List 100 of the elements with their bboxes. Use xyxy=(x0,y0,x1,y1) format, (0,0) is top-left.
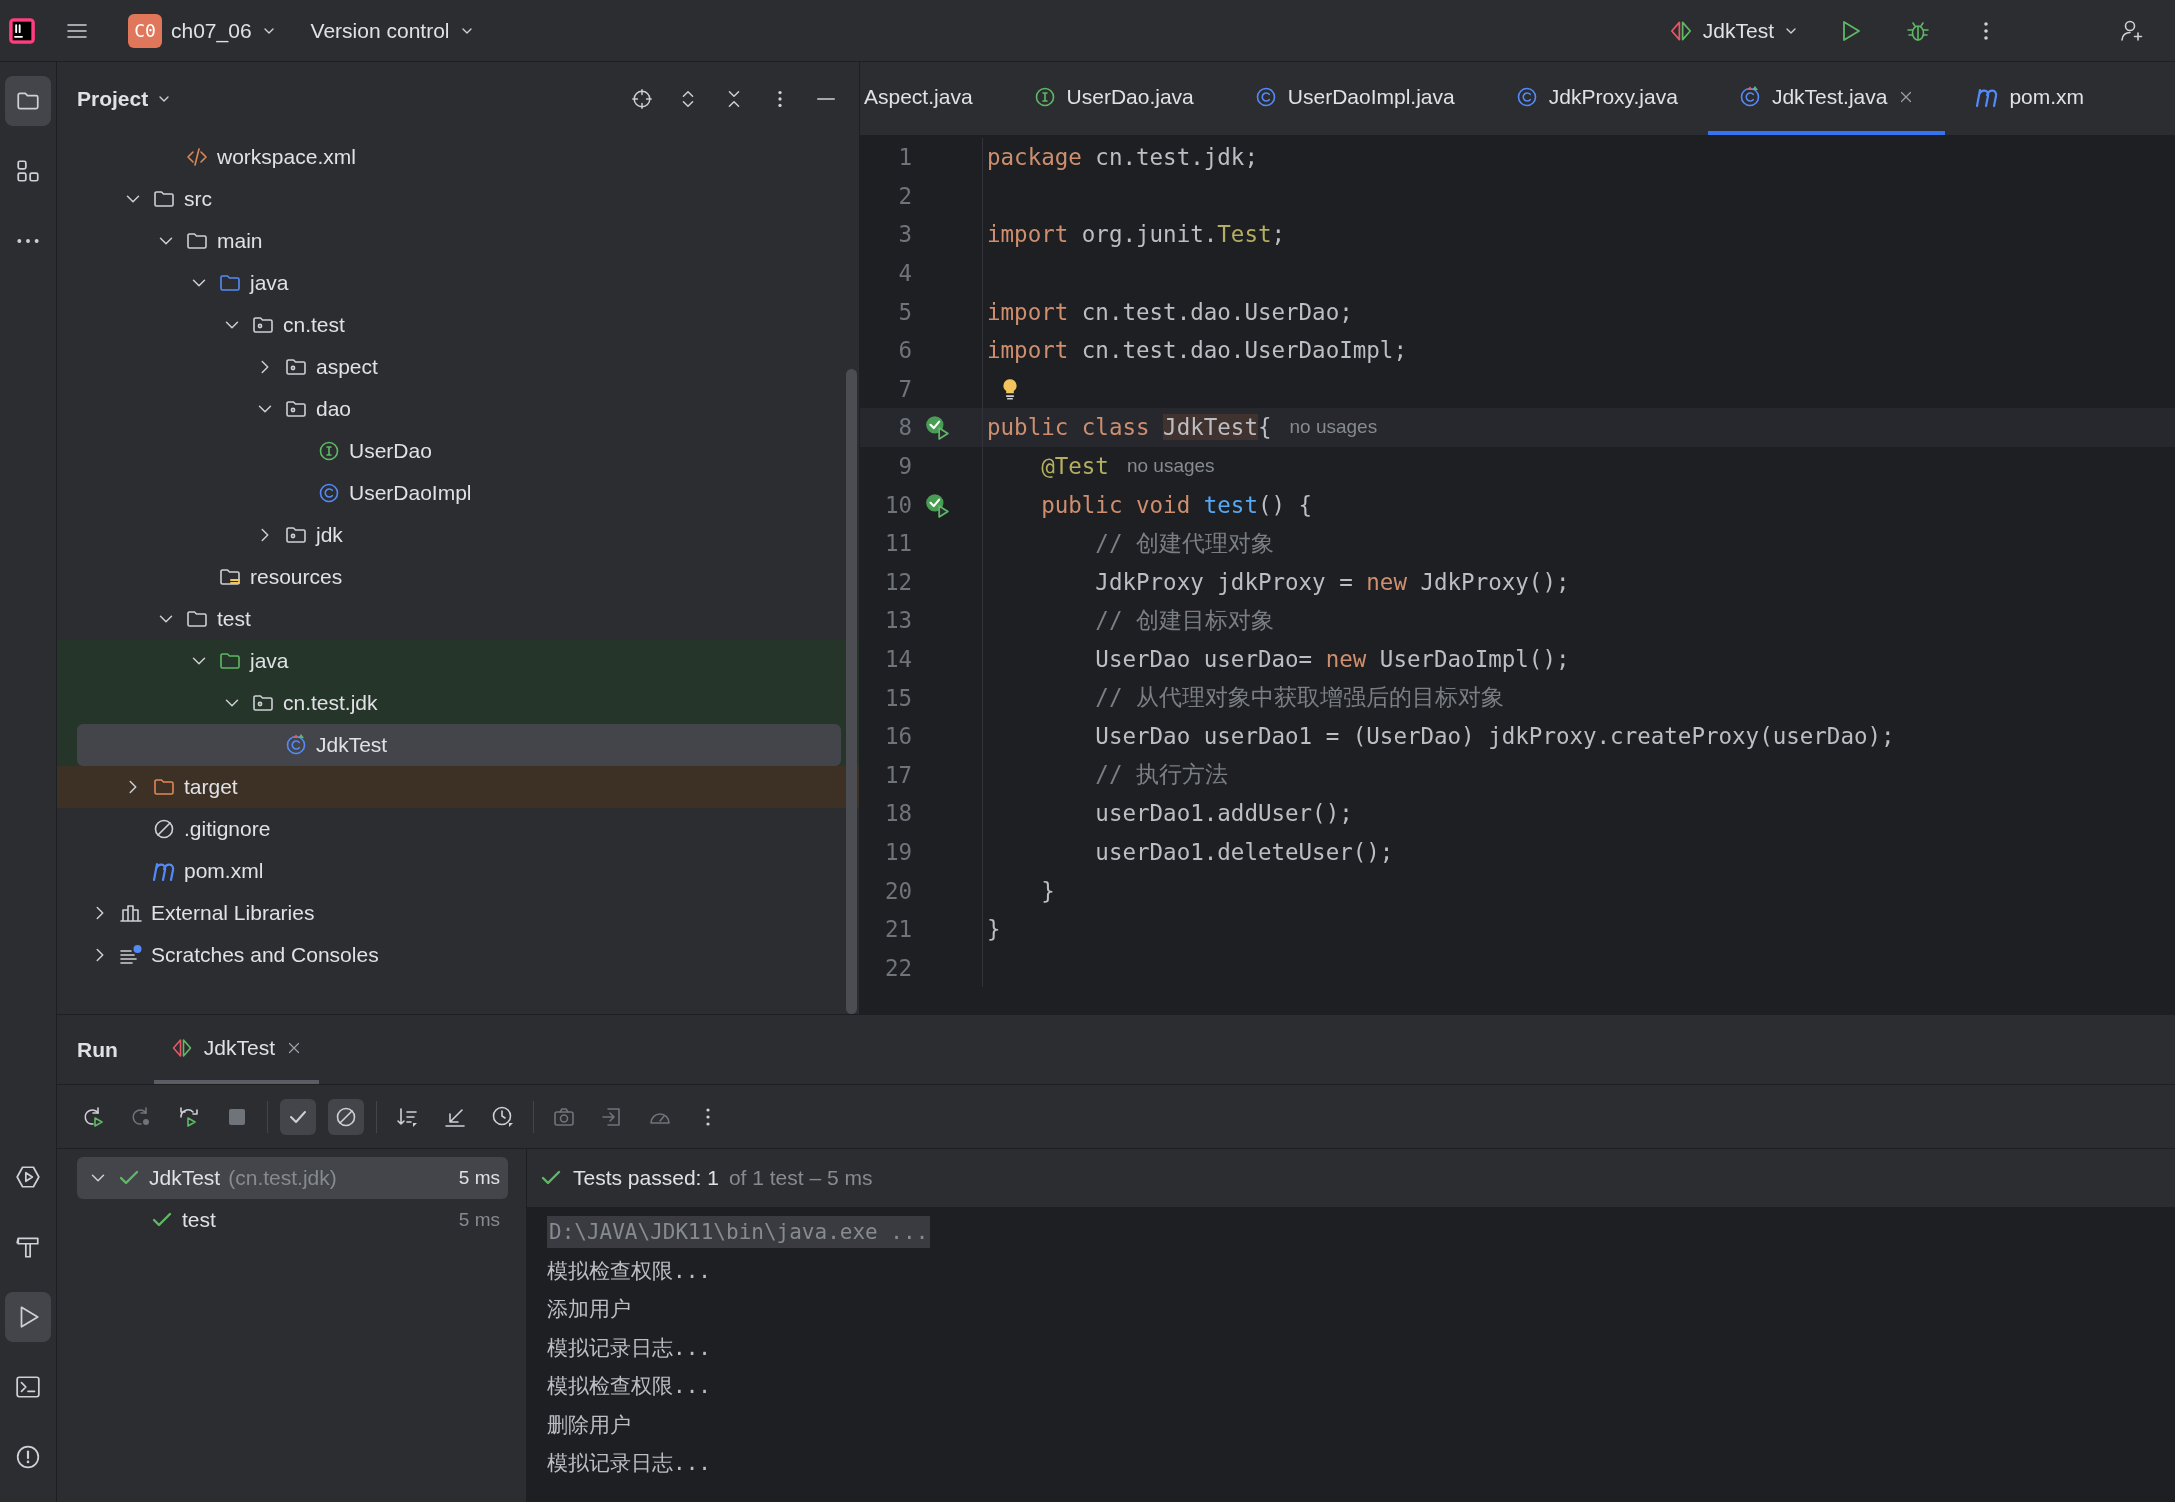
test-row[interactable]: test 5 ms xyxy=(77,1199,508,1241)
run-tab[interactable]: JdkTest xyxy=(153,1015,320,1084)
run-icon[interactable] xyxy=(5,1292,51,1342)
tree-item-label: dao xyxy=(316,397,352,421)
tree-row[interactable]: java xyxy=(77,640,841,682)
line-number: 20 xyxy=(883,877,912,904)
panel-title[interactable]: Project xyxy=(77,87,173,111)
scrollbar[interactable] xyxy=(846,369,857,1014)
tree-row[interactable]: jdk xyxy=(77,514,841,556)
run-test-icon[interactable] xyxy=(924,491,950,518)
tree-row[interactable]: target xyxy=(77,766,841,808)
tree-row[interactable]: main xyxy=(77,220,841,262)
tree-item-label: workspace.xml xyxy=(217,145,356,169)
line-number: 11 xyxy=(883,530,912,557)
scratches-icon xyxy=(119,943,143,967)
class-icon xyxy=(284,733,308,757)
tree-row[interactable]: workspace.xml xyxy=(77,136,841,178)
line-number: 2 xyxy=(897,182,912,209)
tree-item-label: External Libraries xyxy=(151,901,315,925)
line-number: 5 xyxy=(897,298,912,325)
interface-icon xyxy=(317,439,341,463)
editor-tab[interactable]: Aspect.java xyxy=(860,62,1003,135)
app-logo[interactable] xyxy=(8,16,36,45)
code-line: @Test xyxy=(1040,453,1109,480)
tree-item-label: target xyxy=(184,775,238,799)
inlay-hint[interactable]: no usages xyxy=(1289,416,1378,439)
editor-tab[interactable]: UserDaoImpl.java xyxy=(1223,62,1485,135)
code-line: import cn.test.dao.UserDaoImpl; xyxy=(987,337,1407,364)
editor-tab[interactable]: JdkProxy.java xyxy=(1484,62,1708,135)
tree-row[interactable]: src xyxy=(77,178,841,220)
tree-row[interactable]: External Libraries xyxy=(77,892,841,934)
editor-tab[interactable]: pom.xm xyxy=(1945,62,2085,135)
test-row[interactable]: JdkTest (cn.test.jdk) 5 ms xyxy=(77,1157,508,1199)
ignore-icon[interactable] xyxy=(328,1098,364,1135)
code-line: // 创建目标对象 xyxy=(1094,605,1274,635)
tree-item-label: Scratches and Consoles xyxy=(151,943,379,967)
line-number: 18 xyxy=(883,800,912,827)
line-number: 21 xyxy=(883,916,912,943)
ignore-file-icon xyxy=(152,817,176,841)
project-menu[interactable]: C0 ch07_06 xyxy=(118,7,287,54)
console-line: 模拟检查权限... xyxy=(547,1373,711,1401)
line-number: 9 xyxy=(897,453,912,480)
line-number: 4 xyxy=(897,260,912,287)
tree-row[interactable]: aspect xyxy=(77,346,841,388)
run-test-icon[interactable] xyxy=(924,414,950,441)
code-line: import cn.test.dao.UserDao; xyxy=(987,298,1353,325)
tree-item-label: jdk xyxy=(316,523,343,547)
code-file-icon xyxy=(185,145,209,169)
tree-row[interactable]: cn.test xyxy=(77,304,841,346)
tree-item-label: UserDao xyxy=(349,439,432,463)
tree-item-label: pom.xml xyxy=(184,859,264,883)
tree-item-label: java xyxy=(250,271,289,295)
code-line: // 执行方法 xyxy=(1094,760,1228,790)
code-line: package cn.test.jdk; xyxy=(987,144,1258,171)
inlay-hint[interactable]: no usages xyxy=(1126,455,1215,478)
tree-item-label: cn.test.jdk xyxy=(283,691,378,715)
tree-row[interactable]: java xyxy=(77,262,841,304)
line-number: 19 xyxy=(883,839,912,865)
tree-item-label: java xyxy=(250,649,289,673)
line-number: 14 xyxy=(883,646,912,672)
code-line: } xyxy=(1040,877,1055,904)
code-line: UserDao userDao1 = (UserDao) jdkProxy.createProxy(userDao); xyxy=(1094,723,1895,750)
tree-item-label: resources xyxy=(250,565,343,589)
code-line: import org.junit.Test; xyxy=(987,221,1286,248)
tree-item-label: cn.test xyxy=(283,313,345,337)
code-line: // 从代理对象中获取增强后的目标对象 xyxy=(1094,683,1504,713)
tree-row[interactable]: UserDaoImpl xyxy=(77,472,841,514)
test-package: (cn.test.jdk) xyxy=(228,1166,337,1190)
line-number: 7 xyxy=(897,375,912,402)
folder-icon[interactable] xyxy=(5,76,51,126)
test-summary-detail: of 1 test – 5 ms xyxy=(728,1166,873,1190)
tree-row[interactable]: pom.xml xyxy=(77,850,841,892)
tree-row[interactable]: Scratches and Consoles xyxy=(77,934,841,976)
line-number: 17 xyxy=(883,761,912,788)
tree-row[interactable]: JdkTest xyxy=(77,724,841,766)
tree-row[interactable]: dao xyxy=(77,388,841,430)
line-number: 8 xyxy=(897,414,912,441)
tree-item-label: main xyxy=(217,229,263,253)
tree-row[interactable]: test xyxy=(77,598,841,640)
tree-item-label: src xyxy=(184,187,212,211)
code-line: userDao1.addUser(); xyxy=(1094,800,1353,827)
checkmark-icon[interactable] xyxy=(280,1098,316,1135)
tree-row[interactable]: resources xyxy=(77,556,841,598)
tree-item-label: aspect xyxy=(316,355,378,379)
vcs-menu[interactable]: Version control xyxy=(300,12,485,49)
test-duration: 5 ms xyxy=(458,1167,500,1189)
code-line: public void test() { xyxy=(1040,491,1313,518)
line-number: 16 xyxy=(883,723,912,750)
console-line: 模拟检查权限... xyxy=(547,1257,711,1285)
line-number: 10 xyxy=(883,491,912,518)
editor-tab[interactable]: UserDao.java xyxy=(1002,62,1224,135)
run-configuration-menu[interactable]: JdkTest xyxy=(1657,11,1809,50)
line-number: 22 xyxy=(883,954,912,981)
tree-row[interactable]: UserDao xyxy=(77,430,841,472)
code-line: public class JdkTest{ xyxy=(987,414,1272,441)
test-name: test xyxy=(182,1208,216,1232)
panel-title: Run xyxy=(77,1036,118,1063)
tree-row[interactable]: .gitignore xyxy=(77,808,841,850)
test-name: JdkTest xyxy=(149,1166,221,1190)
tree-row[interactable]: cn.test.jdk xyxy=(77,682,841,724)
